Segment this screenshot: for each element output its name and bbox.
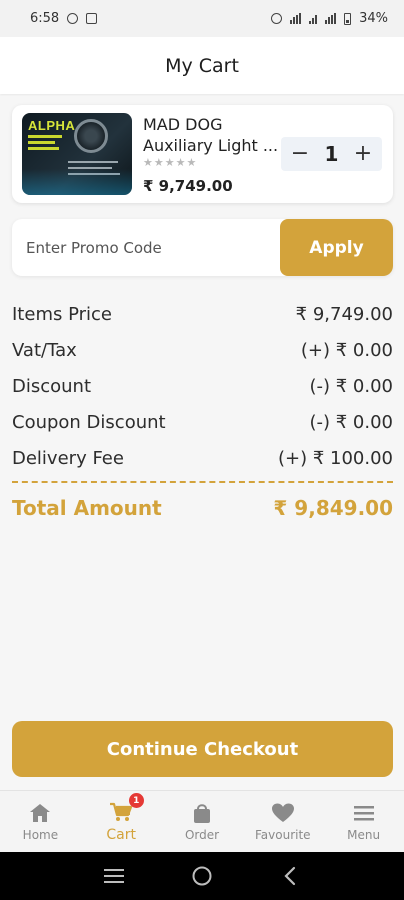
thumbnail-lamp — [74, 119, 108, 153]
battery-level: 34% — [359, 11, 388, 26]
bag-icon — [190, 802, 214, 824]
summary-row-delivery-fee: Delivery Fee (+) ₹ 100.00 — [12, 440, 393, 476]
wifi-icon — [309, 13, 318, 24]
thumbnail-brand: ALPHA — [28, 118, 76, 133]
quantity-stepper: − 1 + — [281, 137, 382, 171]
recents-icon[interactable] — [102, 864, 126, 888]
apply-button[interactable]: Apply — [280, 219, 393, 276]
star-icon: ★ — [175, 156, 186, 169]
summary-value: (-) ₹ 0.00 — [309, 375, 393, 397]
product-name-line2: Auxiliary Light ... — [143, 136, 279, 155]
summary-row-vat-tax: Vat/Tax (+) ₹ 0.00 — [12, 332, 393, 368]
cart-item[interactable]: ALPHA MAD DOG Auxiliary Light ... ★ ★ ★ … — [12, 105, 393, 203]
increment-button[interactable]: + — [352, 143, 374, 165]
page-title: My Cart — [165, 54, 239, 77]
nav-label: Favourite — [255, 827, 311, 842]
star-icon: ★ — [153, 156, 164, 169]
product-price: ₹ 9,749.00 — [143, 177, 233, 195]
thumbnail-glow — [22, 169, 132, 195]
product-name-line1: MAD DOG — [143, 115, 223, 134]
product-name[interactable]: MAD DOG Auxiliary Light ... — [143, 114, 291, 156]
thumbnail-line — [68, 161, 118, 163]
status-right: 34% — [271, 11, 388, 26]
nav-item-menu[interactable]: Menu — [323, 791, 404, 852]
summary-value: ₹ 9,749.00 — [295, 303, 393, 325]
nav-label: Cart — [106, 826, 136, 843]
decrement-button[interactable]: − — [289, 143, 311, 165]
nav-label: Home — [22, 827, 59, 842]
nav-item-cart[interactable]: 1 Cart — [81, 791, 162, 852]
nav-label: Menu — [347, 827, 381, 842]
nav-item-favourite[interactable]: Favourite — [242, 791, 323, 852]
summary-label: Vat/Tax — [12, 339, 77, 361]
summary-label: Items Price — [12, 303, 112, 325]
summary-divider — [12, 481, 393, 483]
whatsapp-icon — [67, 13, 79, 24]
menu-icon — [352, 802, 376, 824]
total-value: ₹ 9,849.00 — [273, 496, 393, 520]
price-summary: Items Price ₹ 9,749.00 Vat/Tax (+) ₹ 0.0… — [12, 296, 393, 476]
heart-icon — [271, 802, 295, 824]
summary-row-discount: Discount (-) ₹ 0.00 — [12, 368, 393, 404]
signal-icon-2 — [325, 13, 337, 24]
summary-row-coupon-discount: Coupon Discount (-) ₹ 0.00 — [12, 404, 393, 440]
nav-item-order[interactable]: Order — [162, 791, 243, 852]
quantity-value: 1 — [324, 142, 339, 166]
summary-label: Coupon Discount — [12, 411, 166, 433]
system-nav-bar — [0, 852, 404, 900]
call-icon — [271, 13, 283, 24]
back-icon[interactable] — [278, 864, 302, 888]
thumbnail-stripes — [28, 135, 62, 157]
cart-badge: 1 — [128, 793, 144, 808]
home-icon — [28, 802, 52, 824]
summary-value: (+) ₹ 100.00 — [277, 447, 393, 469]
summary-label: Discount — [12, 375, 92, 397]
signal-icon — [290, 13, 302, 24]
promo-code-input[interactable] — [12, 219, 280, 276]
status-bar: 6:58 34% — [0, 0, 404, 37]
home-button-icon[interactable] — [190, 864, 214, 888]
battery-icon — [344, 12, 352, 25]
notification-icon — [86, 13, 98, 24]
status-time: 6:58 — [30, 11, 60, 26]
star-icon: ★ — [164, 156, 175, 169]
nav-item-home[interactable]: Home — [0, 791, 81, 852]
summary-value: (+) ₹ 0.00 — [300, 339, 393, 361]
app-header: My Cart — [0, 37, 404, 94]
continue-checkout-button[interactable]: Continue Checkout — [12, 721, 393, 777]
summary-row-items-price: Items Price ₹ 9,749.00 — [12, 296, 393, 332]
bottom-nav: Home 1 Cart Order Favourite Menu — [0, 790, 404, 852]
status-left: 6:58 — [30, 11, 98, 26]
summary-value: (-) ₹ 0.00 — [309, 411, 393, 433]
star-icon: ★ — [143, 156, 153, 169]
summary-label: Delivery Fee — [12, 447, 124, 469]
nav-label: Order — [184, 827, 220, 842]
total-label: Total Amount — [12, 496, 162, 520]
star-rating: ★ ★ ★ ★ ★ — [143, 156, 196, 169]
product-image[interactable]: ALPHA — [22, 113, 132, 195]
total-amount-row: Total Amount ₹ 9,849.00 — [12, 491, 393, 525]
promo-section: Apply — [12, 219, 393, 276]
star-icon: ★ — [186, 156, 197, 169]
